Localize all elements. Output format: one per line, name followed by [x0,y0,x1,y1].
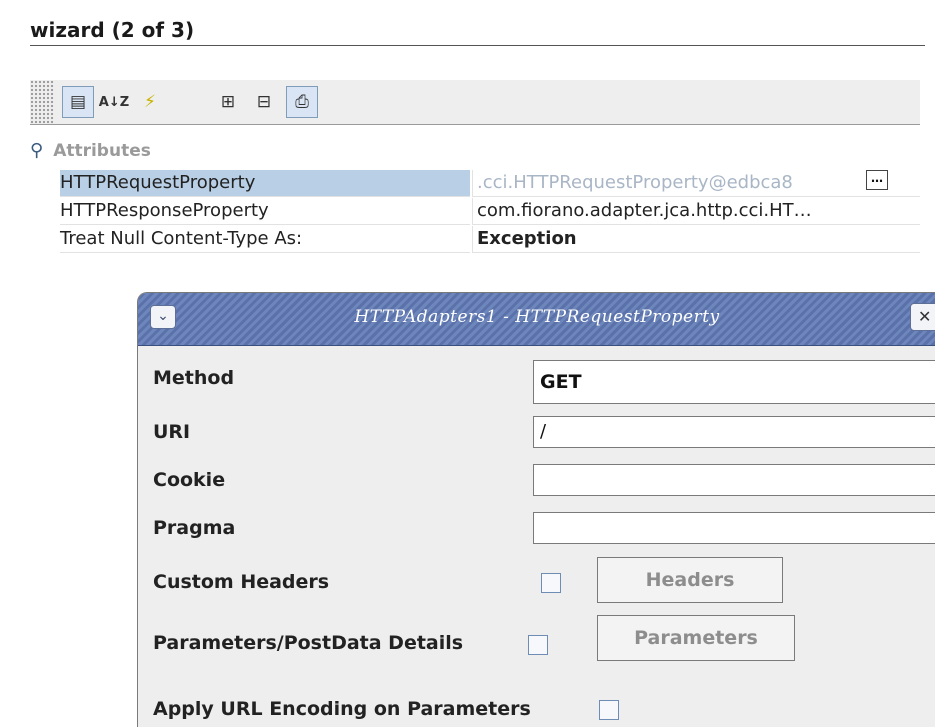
pragma-label: Pragma [153,517,236,539]
url-encoding-label: Apply URL Encoding on Parameters [153,698,531,720]
wizard-title: wizard (2 of 3) [30,18,195,42]
parameters-button[interactable]: Parameters [597,615,795,661]
property-value[interactable]: Exception [472,226,920,253]
params-label: Parameters/PostData Details [153,632,464,654]
property-value[interactable]: com.fiorano.adapter.jca.http.cci.HT… [472,198,920,225]
categorized-view-icon[interactable]: ▤ [62,86,94,118]
property-row-null-content[interactable]: Treat Null Content-Type As: Exception [60,226,935,254]
toolbar-grip[interactable] [30,80,54,124]
property-sheet-toolbar: ▤ A↓Z ⚡ ⊞ ⊟ ⎙ [30,80,920,125]
pragma-field[interactable] [533,512,935,544]
collapse-all-icon[interactable]: ⊟ [248,86,280,118]
http-request-property-dialog: ⌄ HTTPAdapters1 - HTTPRequestProperty ✕ … [137,292,935,727]
method-select[interactable]: GET ▼ [533,360,935,404]
property-name: Treat Null Content-Type As: [60,226,470,253]
section-label: Attributes [53,141,151,161]
custom-headers-checkbox[interactable] [541,573,561,593]
url-encoding-checkbox[interactable] [599,700,619,720]
attributes-section-header[interactable]: ⚲ Attributes [30,140,151,161]
method-label: Method [153,367,235,389]
sort-alphabetical-icon[interactable]: A↓Z [98,86,130,118]
uri-label: URI [153,421,191,443]
title-divider [30,45,925,46]
dialog-title: HTTPAdapters1 - HTTPRequestProperty [354,307,720,327]
custom-headers-label: Custom Headers [153,571,330,593]
headers-button[interactable]: Headers [597,557,783,603]
property-value[interactable]: .cci.HTTPRequestProperty@edbca8 [472,170,920,197]
property-row-response[interactable]: HTTPResponseProperty com.fiorano.adapter… [60,198,935,226]
cookie-field[interactable] [533,464,935,496]
params-checkbox[interactable] [528,635,548,655]
pin-icon: ⚲ [30,140,44,161]
events-icon[interactable]: ⚡ [134,86,166,118]
close-icon[interactable]: ✕ [910,303,935,331]
show-description-icon[interactable]: ⎙ [286,86,318,118]
dialog-titlebar[interactable]: ⌄ HTTPAdapters1 - HTTPRequestProperty ✕ [138,293,935,346]
property-name: HTTPResponseProperty [60,198,470,225]
expand-all-icon[interactable]: ⊞ [212,86,244,118]
property-row-request[interactable]: HTTPRequestProperty .cci.HTTPRequestProp… [60,170,935,198]
edit-ellipsis-button[interactable]: … [866,170,888,190]
property-name: HTTPRequestProperty [60,170,470,197]
method-value: GET [540,371,582,393]
uri-field[interactable]: / [533,416,935,448]
cookie-label: Cookie [153,469,226,491]
